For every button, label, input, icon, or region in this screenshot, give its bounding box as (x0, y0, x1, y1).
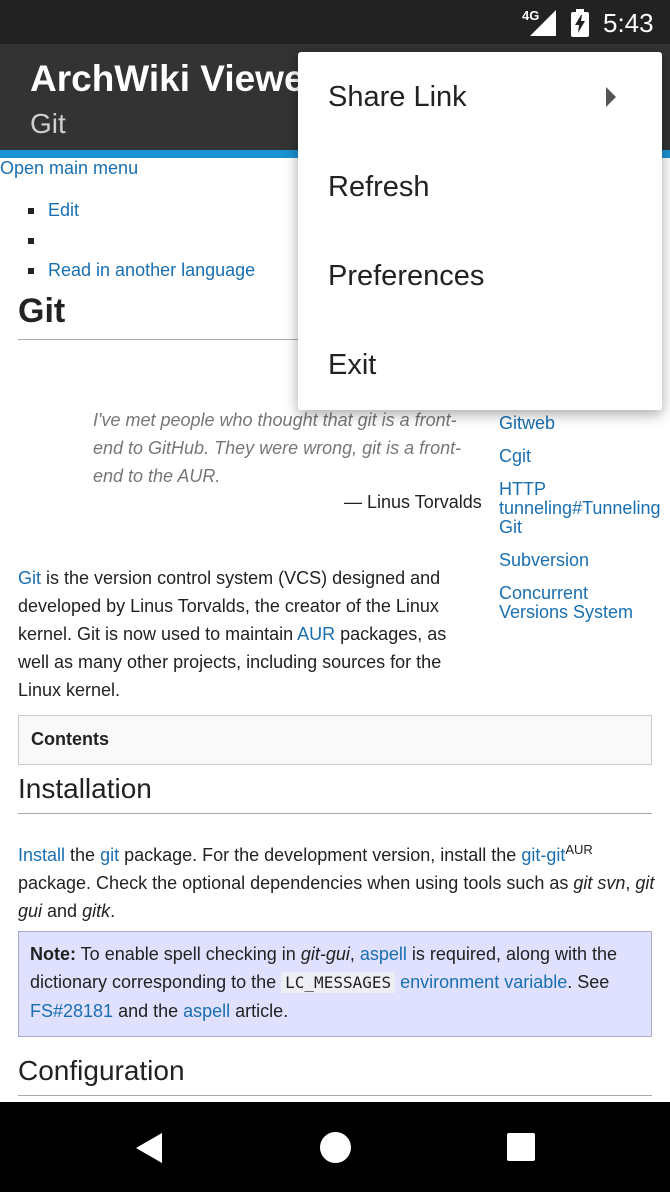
install-link[interactable]: Install (18, 845, 65, 865)
aur-link[interactable]: AUR (297, 624, 335, 644)
aspell-link[interactable]: aspell (360, 944, 407, 964)
menu-item-exit[interactable]: Exit (298, 320, 662, 410)
read-another-language-link[interactable]: Read in another language (48, 260, 255, 280)
open-main-menu-link[interactable]: Open main menu (0, 158, 138, 179)
related-link-http-tunneling[interactable]: HTTP tunneling#Tunneling Git (499, 479, 660, 537)
app-title: ArchWiki Viewer (30, 58, 319, 99)
related-link-subversion[interactable]: Subversion (499, 550, 589, 570)
git-package-link[interactable]: git (100, 845, 119, 865)
note-label: Note: (30, 944, 76, 964)
battery-charging-icon (571, 9, 589, 37)
menu-item-label: Preferences (328, 260, 485, 292)
submenu-arrow-icon (606, 87, 616, 107)
action-item-language[interactable]: Read in another language (24, 258, 255, 288)
git-link[interactable]: Git (18, 568, 41, 588)
configuration-divider (18, 1095, 652, 1096)
edit-link[interactable]: Edit (48, 200, 79, 220)
page-actions-list: Edit Read in another language (24, 198, 255, 288)
signal-icon (530, 10, 556, 36)
installation-divider (18, 813, 652, 814)
nav-back-icon[interactable] (136, 1133, 162, 1163)
contents-label: Contents (31, 729, 109, 749)
configuration-heading: Configuration (18, 1055, 185, 1086)
note-box: Note: To enable spell checking in git-gu… (18, 931, 652, 1037)
action-item-empty (24, 228, 255, 258)
status-bar: 4G 5:43 (0, 0, 670, 44)
related-articles: Gitweb Cgit HTTP tunneling#Tunneling Git… (499, 413, 660, 636)
menu-item-share-link[interactable]: Share Link (298, 52, 662, 142)
menu-item-label: Share Link (328, 81, 467, 113)
navigation-bar (0, 1102, 670, 1192)
page-subtitle: Git (30, 108, 66, 139)
aspell-article-link[interactable]: aspell (183, 1001, 230, 1021)
menu-item-label: Exit (328, 349, 377, 381)
intro-paragraph: Git is the version control system (VCS) … (18, 568, 447, 700)
related-link-gitweb[interactable]: Gitweb (499, 413, 555, 433)
code-lc-messages: LC_MESSAGES (281, 972, 396, 993)
clock: 5:43 (603, 8, 654, 38)
installation-paragraph: Install the git package. For the develop… (18, 842, 655, 921)
installation-heading: Installation (18, 773, 152, 804)
table-of-contents[interactable]: Contents (18, 715, 652, 765)
page-title: Git (18, 292, 66, 330)
overflow-menu: Share Link Refresh Preferences Exit (298, 52, 662, 410)
quote-author: — Linus Torvalds (344, 492, 482, 512)
menu-item-preferences[interactable]: Preferences (298, 231, 662, 321)
quote: I've met people who thought that git is … (93, 410, 462, 486)
related-link-cgit[interactable]: Cgit (499, 446, 531, 466)
environment-variable-link[interactable]: environment variable (400, 972, 567, 992)
fs-28181-link[interactable]: FS#28181 (30, 1001, 113, 1021)
git-git-link[interactable]: git-git (521, 845, 565, 865)
menu-item-refresh[interactable]: Refresh (298, 142, 662, 232)
action-item-edit[interactable]: Edit (24, 198, 255, 228)
aur-superscript: AUR (565, 842, 593, 857)
nav-home-icon[interactable] (320, 1132, 351, 1163)
related-link-cvs[interactable]: Concurrent Versions System (499, 583, 633, 622)
menu-item-label: Refresh (328, 171, 430, 203)
nav-recents-icon[interactable] (507, 1133, 535, 1161)
